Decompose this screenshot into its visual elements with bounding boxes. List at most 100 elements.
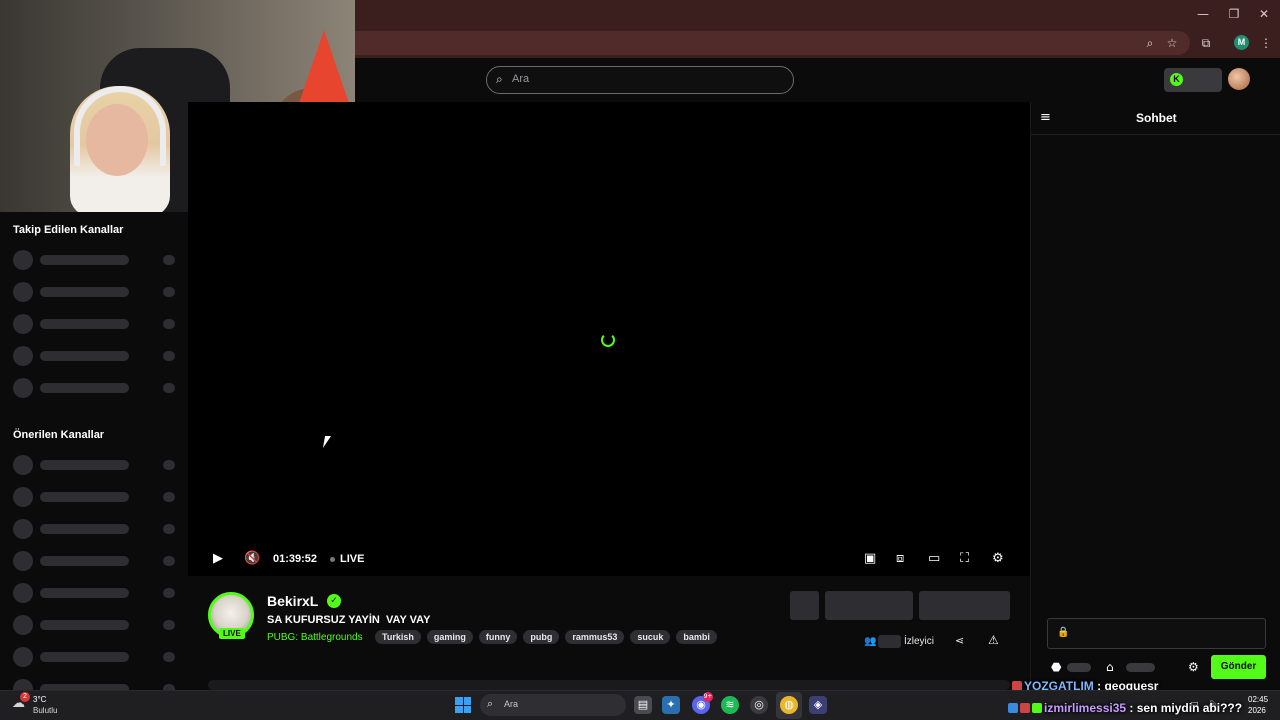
stream-title: SA KUFURSUZ YAYİN VAY VAY xyxy=(267,614,431,626)
clock-date: 2026 xyxy=(1248,706,1266,715)
collapse-chat-icon[interactable]: ≡ xyxy=(1040,110,1051,125)
tag[interactable]: bambi xyxy=(676,630,717,644)
chat-title: Sohbet xyxy=(1136,111,1177,125)
live-indicator-dot xyxy=(330,557,335,562)
search-input[interactable]: ⌕ Ara xyxy=(486,66,794,94)
restore-icon[interactable]: ❐ xyxy=(1226,6,1242,22)
user-avatar[interactable] xyxy=(1228,68,1250,90)
share-icon[interactable]: ⋖ xyxy=(955,634,964,647)
sidebar-channel-skeleton[interactable] xyxy=(13,519,178,539)
tag[interactable]: sucuk xyxy=(630,630,671,644)
channel-name[interactable]: BekirxL xyxy=(267,593,318,609)
taskbar-search[interactable]: ⌕ Ara xyxy=(480,694,626,716)
points-icon[interactable]: ⬣ xyxy=(1051,660,1061,674)
sidebar-channel-skeleton[interactable] xyxy=(13,346,178,366)
menu-dots-icon[interactable]: ⋮ xyxy=(1257,34,1275,52)
clock-time: 02:45 xyxy=(1248,695,1269,704)
kick-logo-icon: K xyxy=(1170,73,1183,86)
channel-info: LIVE BekirxL ✓ SA KUFURSUZ YAYİN VAY VAY… xyxy=(188,576,1030,690)
live-label[interactable]: LIVE xyxy=(340,553,364,565)
points-skeleton xyxy=(1067,663,1091,672)
kick-balance-button[interactable]: K xyxy=(1164,68,1222,92)
viewer-count-skeleton xyxy=(878,635,901,648)
sidebar-channel-skeleton[interactable] xyxy=(13,378,178,398)
chat-badge-icon xyxy=(1032,703,1042,713)
bookmark-star-icon[interactable]: ☆ xyxy=(1163,34,1181,52)
tag-list: Turkish gaming funny pubg rammus53 sucuk… xyxy=(375,630,717,644)
sidebar-channel-skeleton[interactable] xyxy=(13,615,178,635)
settings-gear-icon[interactable]: ⚙ xyxy=(992,551,1004,566)
spotify-icon[interactable]: ≋ xyxy=(721,696,739,714)
muted-icon[interactable]: 🔇 xyxy=(244,551,260,566)
report-warning-icon[interactable]: ⚠ xyxy=(988,633,999,647)
store-icon[interactable]: ⌂ xyxy=(1106,660,1114,674)
fullscreen-icon[interactable]: ⛶ xyxy=(960,551,969,566)
mini-player-icon[interactable]: ⧈ xyxy=(896,551,904,566)
search-icon: ⌕ xyxy=(487,697,494,710)
sidebar-channel-skeleton[interactable] xyxy=(13,250,178,270)
sidebar-channel-skeleton[interactable] xyxy=(13,679,178,690)
chat-settings-icon[interactable]: ⚙ xyxy=(1188,660,1199,674)
tag[interactable]: funny xyxy=(478,630,518,644)
viewer-label: İzleyici xyxy=(904,636,935,647)
stream-time: 01:39:52 xyxy=(273,553,318,565)
send-button[interactable]: Gönder xyxy=(1211,655,1266,679)
sidebar-channel-skeleton[interactable] xyxy=(13,647,178,667)
zoom-icon[interactable]: ⌕ xyxy=(1141,34,1159,52)
clip-icon[interactable]: ▣ xyxy=(864,551,876,566)
subscribe-button-skeleton[interactable] xyxy=(919,591,1010,620)
sidebar-channel-skeleton[interactable] xyxy=(13,487,178,507)
notification-button-skeleton[interactable] xyxy=(790,591,819,620)
viewers-icon: 👥 xyxy=(864,636,877,647)
weather-description: Bulutlu xyxy=(33,706,58,715)
verified-badge-icon: ✓ xyxy=(327,594,341,608)
weather-alert-badge: 2 xyxy=(20,692,30,702)
app-icon[interactable]: ◈ xyxy=(809,696,827,714)
minimize-icon[interactable]: — xyxy=(1195,6,1211,22)
extensions-icon[interactable]: ⧉ xyxy=(1197,34,1215,52)
search-placeholder: Ara xyxy=(512,73,530,85)
windows-start-icon[interactable] xyxy=(455,697,471,713)
overlay-chat-message: izmirlimessi35 : sen miydin abi??? xyxy=(1008,701,1242,715)
task-view-icon[interactable]: ▤ xyxy=(634,696,652,714)
app-icon[interactable]: ◎ xyxy=(750,696,768,714)
store-skeleton xyxy=(1126,663,1155,672)
theater-mode-icon[interactable]: ▭ xyxy=(928,551,940,566)
tag[interactable]: rammus53 xyxy=(565,630,625,644)
sidebar-channel-skeleton[interactable] xyxy=(13,455,178,475)
chrome-icon[interactable]: ◍ xyxy=(780,696,798,714)
video-player[interactable]: ▶ 🔇 01:39:52 LIVE ▣ ⧈ ▭ ⛶ ⚙ xyxy=(188,102,1030,576)
content-divider xyxy=(208,680,1010,690)
followed-channels-title: Takip Edilen Kanallar xyxy=(13,224,124,236)
chat-badge-icon xyxy=(1020,703,1030,713)
taskbar-search-placeholder: Ara xyxy=(504,699,519,709)
sidebar: Takip Edilen Kanallar Önerilen Kanallar xyxy=(0,212,188,690)
sidebar-channel-skeleton[interactable] xyxy=(13,551,178,571)
stream-category[interactable]: PUBG: Battlegrounds xyxy=(267,632,363,643)
play-icon[interactable]: ▶ xyxy=(213,551,223,566)
tag[interactable]: pubg xyxy=(523,630,560,644)
search-icon: ⌕ xyxy=(496,72,503,86)
chat-header: ≡ Sohbet xyxy=(1031,102,1280,135)
follow-button-skeleton[interactable] xyxy=(825,591,913,620)
notification-badge: 9+ xyxy=(703,692,713,702)
chat-message-input[interactable]: 🔒 xyxy=(1047,618,1266,649)
live-badge: LIVE xyxy=(219,628,245,639)
traffic-cone xyxy=(296,30,352,112)
app-icon[interactable]: ✦ xyxy=(662,696,680,714)
sidebar-channel-skeleton[interactable] xyxy=(13,314,178,334)
overlay-chat-user: izmirlimessi35 xyxy=(1044,701,1127,715)
overlay-chat-text: : sen miydin abi??? xyxy=(1126,701,1243,715)
weather-temperature: 3°C xyxy=(33,695,47,704)
sidebar-channel-skeleton[interactable] xyxy=(13,583,178,603)
tag[interactable]: Turkish xyxy=(375,630,421,644)
close-icon[interactable]: ✕ xyxy=(1256,6,1272,22)
lock-icon: 🔒 xyxy=(1057,627,1070,638)
chat-panel: ≡ Sohbet 🔒 ⬣ ⌂ ⚙ Gönder xyxy=(1030,102,1280,690)
recommended-channels-title: Önerilen Kanallar xyxy=(13,429,105,441)
chat-badge-icon xyxy=(1008,703,1018,713)
sidebar-channel-skeleton[interactable] xyxy=(13,282,178,302)
browser-profile-avatar[interactable]: M xyxy=(1234,35,1249,50)
loading-spinner xyxy=(601,333,615,347)
tag[interactable]: gaming xyxy=(426,630,473,644)
